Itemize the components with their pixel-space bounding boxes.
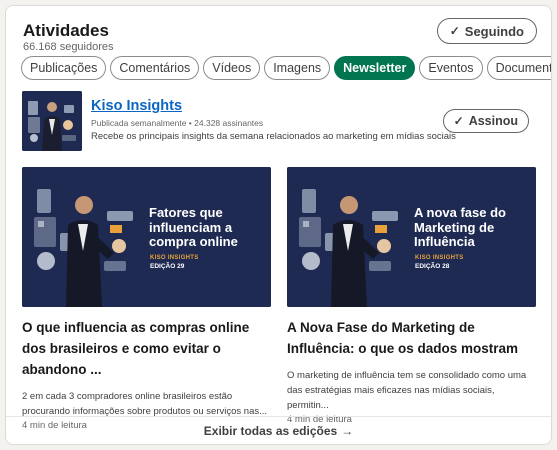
tab-documentos[interactable]: Documentos <box>486 56 551 80</box>
section-title: Atividades <box>23 21 109 40</box>
cover-edition: EDIÇÃO 29 <box>150 263 185 270</box>
cover-headline-line: Fatores que <box>149 205 223 220</box>
tab-comentarios[interactable]: Comentários <box>110 56 200 80</box>
check-icon: ✓ <box>453 114 464 128</box>
cover-headline-line: influenciam a <box>149 219 233 235</box>
tab-eventos[interactable]: Eventos <box>419 56 483 80</box>
check-icon: ✓ <box>449 24 460 38</box>
cover-headline: A nova fase do Marketing de Influência <box>414 205 506 250</box>
cover-edition: EDIÇÃO 28 <box>415 263 450 270</box>
subscribed-button[interactable]: ✓ Assinou <box>442 109 529 133</box>
newsletter-description: Recebe os principais insights da semana … <box>91 131 456 142</box>
cover-brand: KISO INSIGHTS <box>415 255 464 261</box>
article-card[interactable]: A nova fase do Marketing de Influência K… <box>287 167 536 425</box>
cover-headline-line: compra online <box>149 234 238 250</box>
subscribed-button-label: Assinou <box>468 114 518 128</box>
cover-headline-line: Marketing de <box>414 219 495 235</box>
article-description: O marketing de influência tem se consoli… <box>287 369 527 412</box>
cover-headline-line: A nova fase do <box>414 205 506 220</box>
arrow-right-icon: → <box>341 424 354 438</box>
following-button-label: Seguindo <box>464 23 524 39</box>
tab-publicacoes[interactable]: Publicações <box>21 56 107 80</box>
cover-brand: KISO INSIGHTS <box>150 255 199 261</box>
activity-card: Atividades 66.168 seguidores ✓ Seguindo … <box>5 5 552 445</box>
newsletter-meta: Publicada semanalmente • 24.328 assinant… <box>91 118 264 128</box>
article-description: 2 em cada 3 compradores online brasileir… <box>22 390 268 417</box>
article-title[interactable]: A Nova Fase do Marketing de Influência: … <box>287 318 536 360</box>
followers-count: 66.168 seguidores <box>23 41 114 53</box>
show-all-editions-link[interactable]: Exibir todas as edições → <box>6 416 551 444</box>
newsletter-logo[interactable] <box>22 91 82 151</box>
tab-videos[interactable]: Vídeos <box>203 56 261 80</box>
article-cover-image[interactable]: A nova fase do Marketing de Influência K… <box>287 167 536 307</box>
following-button[interactable]: ✓ Seguindo <box>436 18 537 44</box>
article-card[interactable]: Fatores que influenciam a compra online … <box>22 167 271 431</box>
article-cover-image[interactable]: Fatores que influenciam a compra online … <box>22 167 271 307</box>
tab-imagens[interactable]: Imagens <box>264 56 331 80</box>
cover-headline-line: Influência <box>414 234 475 250</box>
newsletter-name-link[interactable]: Kiso Insights <box>91 98 182 114</box>
activity-tabs: Publicações Comentários Vídeos Imagens N… <box>21 56 551 80</box>
cover-headline: Fatores que influenciam a compra online <box>149 205 238 250</box>
tab-newsletter[interactable]: Newsletter <box>334 56 416 80</box>
show-all-editions-label: Exibir todas as edições <box>203 424 338 438</box>
article-title[interactable]: O que influencia as compras online dos b… <box>22 318 271 381</box>
